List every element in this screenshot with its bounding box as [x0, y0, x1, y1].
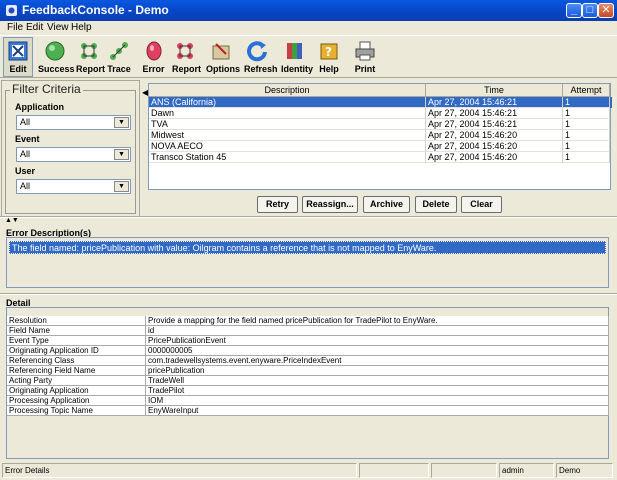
status-mode: Demo: [556, 463, 613, 478]
retry-button[interactable]: Retry: [257, 196, 298, 213]
report-icon: [177, 43, 193, 59]
menu-edit[interactable]: Edit: [26, 22, 43, 33]
table-row[interactable]: Resolution Provide a mapping for the fie…: [7, 316, 609, 326]
filter-criteria-panel: Filter Criteria Application All ▼ Event …: [1, 80, 140, 217]
column-header-time[interactable]: Time: [426, 84, 563, 97]
column-header-attempt[interactable]: Attempt: [563, 84, 610, 97]
toolbar-identity-button[interactable]: Identity: [280, 37, 313, 77]
toolbar: Edit Success Report Trace Error Report O…: [0, 35, 617, 78]
report-icon: [80, 43, 97, 59]
toolbar-options-button[interactable]: Options: [205, 37, 240, 77]
menu-file[interactable]: File: [7, 22, 23, 33]
table-row[interactable]: ANS (California) Apr 27, 2004 15:46:21 1: [149, 97, 612, 108]
toolbar-success-button[interactable]: Success: [37, 37, 75, 77]
divider: [0, 293, 617, 295]
table-row[interactable]: NOVA AECO Apr 27, 2004 15:46:20 1: [149, 141, 612, 152]
refresh-icon: [247, 41, 267, 62]
column-header-description[interactable]: Description: [149, 84, 426, 97]
menu-help[interactable]: Help: [71, 22, 92, 33]
status-bar: Error Details admin Demo: [0, 462, 617, 480]
menu-bar: File Edit View Help: [0, 21, 617, 35]
reassign-button[interactable]: Reassign...: [302, 196, 358, 213]
error-icon: [146, 41, 161, 61]
table-row[interactable]: Acting Party TradeWell: [7, 376, 609, 386]
toolbar-report-button[interactable]: Report: [75, 37, 105, 77]
user-label: User: [15, 166, 36, 176]
toolbar-error-button[interactable]: Error: [140, 37, 167, 77]
event-table: Description Time Attempt ANS (California…: [148, 83, 612, 190]
table-row[interactable]: Transco Station 45 Apr 27, 2004 15:46:20…: [149, 152, 612, 163]
archive-button[interactable]: Archive: [363, 196, 410, 213]
status-cell: [431, 463, 497, 478]
table-row[interactable]: Processing Topic Name EnyWareInput: [7, 406, 609, 416]
toolbar-trace-button[interactable]: Trace: [106, 37, 132, 77]
toolbar-refresh-button[interactable]: Refresh: [243, 37, 278, 77]
toolbar-help-button[interactable]: ? Help: [316, 37, 342, 77]
status-cell: [359, 463, 429, 478]
event-select[interactable]: All ▼: [16, 147, 131, 162]
filter-title: Filter Criteria: [10, 82, 83, 96]
event-label: Event: [15, 134, 40, 144]
identity-icon: [287, 43, 302, 59]
delete-button[interactable]: Delete: [415, 196, 457, 213]
options-icon: [212, 43, 230, 60]
toolbar-print-button[interactable]: Print: [352, 37, 378, 77]
table-row[interactable]: Field Name id: [7, 326, 609, 336]
table-row[interactable]: Processing Application IOM: [7, 396, 609, 406]
success-icon: [45, 41, 65, 61]
minimize-button[interactable]: _: [566, 3, 582, 18]
status-message: Error Details: [2, 463, 357, 478]
toolbar-edit-button[interactable]: Edit: [3, 37, 33, 77]
help-icon: ?: [320, 43, 338, 60]
status-user: admin: [499, 463, 554, 478]
table-row[interactable]: TVA Apr 27, 2004 15:46:21 1: [149, 119, 612, 130]
clear-button[interactable]: Clear: [461, 196, 502, 213]
svg-text:?: ?: [325, 45, 332, 59]
menu-view[interactable]: View: [47, 22, 69, 33]
print-icon: [355, 41, 375, 61]
application-label: Application: [15, 102, 64, 112]
table-row[interactable]: Event Type PricePublicationEvent: [7, 336, 609, 346]
application-select[interactable]: All ▼: [16, 115, 131, 130]
dropdown-arrow-icon[interactable]: ▼: [114, 149, 129, 160]
edit-icon: [8, 41, 28, 61]
error-description-box: The field named: pricePublication with v…: [6, 237, 609, 288]
table-row[interactable]: Originating Application TradePilot: [7, 386, 609, 396]
close-button[interactable]: ✕: [598, 3, 614, 18]
table-row[interactable]: Originating Application ID 0000000005: [7, 346, 609, 356]
detail-table: Resolution Provide a mapping for the fie…: [6, 307, 609, 459]
table-row[interactable]: Midwest Apr 27, 2004 15:46:20 1: [149, 130, 612, 141]
maximize-button[interactable]: □: [582, 3, 598, 18]
splitter-arrows-icon[interactable]: ▲▼: [5, 217, 19, 224]
user-select[interactable]: All ▼: [16, 179, 131, 194]
table-row[interactable]: Referencing Field Name pricePublication: [7, 366, 609, 376]
table-row[interactable]: Dawn Apr 27, 2004 15:46:21 1: [149, 108, 612, 119]
dropdown-arrow-icon[interactable]: ▼: [114, 181, 129, 192]
table-row[interactable]: Referencing Class com.tradewellsystems.e…: [7, 356, 609, 366]
error-description-text[interactable]: The field named: pricePublication with v…: [9, 241, 606, 254]
trace-icon: [110, 42, 128, 60]
window-title: FeedbackConsole - Demo: [22, 3, 169, 17]
splitter-line: [0, 216, 617, 218]
dropdown-arrow-icon[interactable]: ▼: [114, 117, 129, 128]
toolbar-error-report-button[interactable]: Report: [171, 37, 201, 77]
app-icon: [6, 5, 17, 16]
title-bar: FeedbackConsole - Demo _ □ ✕: [0, 0, 617, 21]
